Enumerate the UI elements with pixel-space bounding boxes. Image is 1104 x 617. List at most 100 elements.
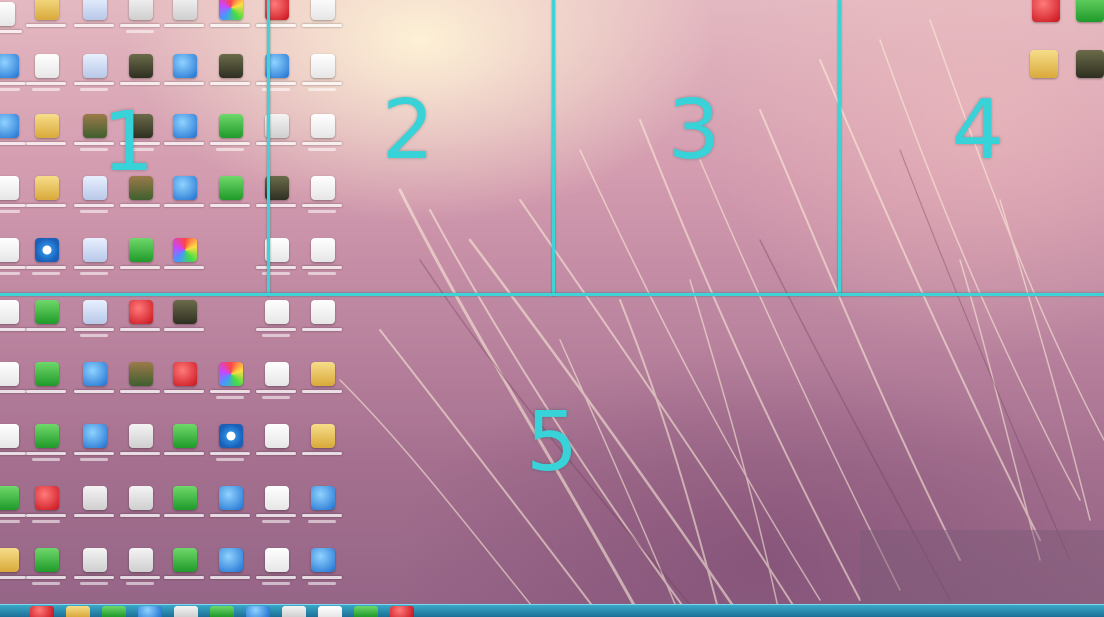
- desktop-icon[interactable]: [26, 424, 66, 468]
- desktop-icon[interactable]: [164, 300, 204, 344]
- desktop-icon[interactable]: [302, 548, 342, 592]
- desktop-icon[interactable]: [26, 300, 66, 344]
- taskbar-app-button[interactable]: [246, 606, 270, 617]
- desktop-icon[interactable]: [302, 362, 342, 406]
- taskbar-app-button[interactable]: [66, 606, 90, 617]
- desktop-icon[interactable]: [256, 114, 296, 158]
- desktop-icon[interactable]: [302, 176, 342, 220]
- desktop-icon[interactable]: [0, 362, 26, 406]
- desktop-icon[interactable]: [256, 176, 296, 220]
- desktop-icon[interactable]: [256, 424, 296, 468]
- desktop-icon[interactable]: [210, 54, 250, 98]
- desktop-icon[interactable]: [120, 300, 160, 344]
- desktop-icon[interactable]: [1076, 0, 1104, 22]
- desktop-icon[interactable]: [256, 238, 296, 282]
- desktop-icon[interactable]: [210, 362, 250, 406]
- folder-icon: [311, 362, 335, 386]
- desktop-icon[interactable]: [210, 424, 250, 468]
- desktop-icon[interactable]: [210, 486, 250, 530]
- desktop-icon[interactable]: [0, 300, 26, 344]
- desktop-icon[interactable]: [74, 548, 114, 592]
- desktop-icon[interactable]: [256, 362, 296, 406]
- desktop-icon[interactable]: [302, 54, 342, 98]
- desktop-icon[interactable]: [256, 548, 296, 592]
- desktop-icon[interactable]: [164, 0, 204, 40]
- desktop-icon[interactable]: [120, 238, 160, 282]
- desktop-icon[interactable]: [74, 424, 114, 468]
- desktop-icon[interactable]: [1032, 0, 1060, 22]
- desktop-icon[interactable]: [0, 548, 26, 592]
- app-icon: [35, 486, 59, 510]
- desktop-icon[interactable]: [0, 486, 26, 530]
- desktop-icon[interactable]: [302, 486, 342, 530]
- desktop-icon[interactable]: [210, 0, 250, 40]
- desktop-icon[interactable]: [74, 54, 114, 98]
- document-icon: [311, 176, 335, 200]
- desktop-icon[interactable]: [164, 238, 204, 282]
- desktop-icon[interactable]: [26, 362, 66, 406]
- taskbar-app-button[interactable]: [138, 606, 162, 617]
- desktop-icon[interactable]: [26, 54, 66, 98]
- desktop-icon[interactable]: [210, 114, 250, 158]
- desktop-icon[interactable]: [26, 486, 66, 530]
- taskbar-app-button[interactable]: [210, 606, 234, 617]
- desktop-icon[interactable]: [164, 362, 204, 406]
- taskbar-app-button[interactable]: [174, 606, 198, 617]
- desktop-icon[interactable]: [0, 176, 26, 220]
- desktop-icon[interactable]: [26, 238, 66, 282]
- desktop-icon[interactable]: [0, 238, 26, 282]
- desktop-icon[interactable]: [164, 54, 204, 98]
- desktop-icon[interactable]: [164, 114, 204, 158]
- desktop-icon[interactable]: [74, 362, 114, 406]
- desktop-icon[interactable]: [74, 300, 114, 344]
- desktop-icon[interactable]: [120, 362, 160, 406]
- desktop-icon[interactable]: [74, 0, 114, 40]
- desktop-icon[interactable]: [26, 548, 66, 592]
- desktop-icon[interactable]: [1076, 50, 1104, 78]
- desktop-icon[interactable]: [26, 114, 66, 158]
- desktop-icon[interactable]: [120, 424, 160, 468]
- app-icon: [173, 176, 197, 200]
- desktop-icon[interactable]: [164, 548, 204, 592]
- desktop-icon[interactable]: [256, 54, 296, 98]
- desktop-icon[interactable]: [0, 114, 26, 158]
- desktop-icon[interactable]: [74, 238, 114, 282]
- desktop-icon[interactable]: [302, 114, 342, 158]
- desktop-icon[interactable]: [302, 0, 342, 40]
- desktop-icon[interactable]: [120, 486, 160, 530]
- desktop-icon[interactable]: [210, 176, 250, 220]
- zone-label-2: 2: [382, 83, 435, 178]
- desktop-icon[interactable]: [26, 176, 66, 220]
- desktop-icon[interactable]: [0, 2, 22, 46]
- desktop-icon[interactable]: [302, 238, 342, 282]
- desktop-icon[interactable]: [0, 54, 26, 98]
- desktop-icon[interactable]: [256, 486, 296, 530]
- desktop-icon[interactable]: [164, 424, 204, 468]
- taskbar-app-button[interactable]: [318, 606, 342, 617]
- taskbar-app-button[interactable]: [282, 606, 306, 617]
- desktop-icon[interactable]: [256, 0, 296, 40]
- app-icon: [219, 114, 243, 138]
- desktop-icon[interactable]: [120, 548, 160, 592]
- notepad-icon: [129, 486, 153, 510]
- taskbar-app-button[interactable]: [102, 606, 126, 617]
- app-icon: [129, 238, 153, 262]
- folder-icon[interactable]: [1030, 50, 1058, 78]
- desktop-icon[interactable]: [120, 0, 160, 40]
- desktop-icon[interactable]: [74, 486, 114, 530]
- taskbar-app-button[interactable]: [390, 606, 414, 617]
- app-icon: [35, 548, 59, 572]
- desktop-icon[interactable]: [302, 300, 342, 344]
- desktop-icon[interactable]: [302, 424, 342, 468]
- desktop-icon[interactable]: [26, 0, 66, 40]
- desktop-icon[interactable]: [0, 424, 26, 468]
- app-icon: [219, 0, 243, 20]
- desktop-icon[interactable]: [210, 548, 250, 592]
- desktop-icon[interactable]: [120, 54, 160, 98]
- desktop-icon[interactable]: [256, 300, 296, 344]
- grid-divider-vertical-1: [267, 0, 270, 296]
- desktop-icon[interactable]: [164, 176, 204, 220]
- taskbar-app-button[interactable]: [354, 606, 378, 617]
- desktop-icon[interactable]: [164, 486, 204, 530]
- taskbar-app-button[interactable]: [30, 606, 54, 617]
